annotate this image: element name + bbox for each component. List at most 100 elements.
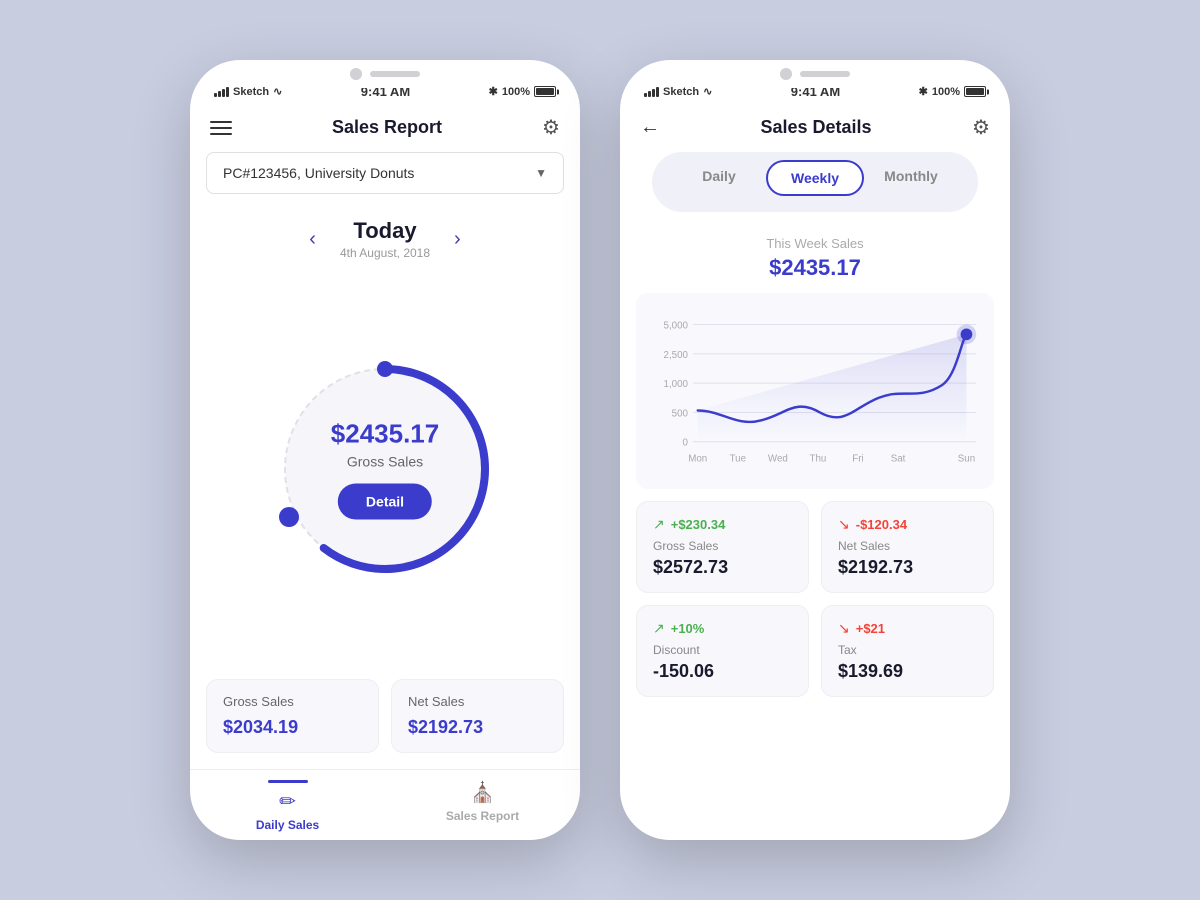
svg-text:5,000: 5,000 bbox=[664, 320, 689, 331]
location-dropdown[interactable]: PC#123456, University Donuts ▼ bbox=[206, 152, 564, 194]
detail-stat-net-header: ↘ -$120.34 bbox=[838, 516, 977, 533]
date-title: Today 4th August, 2018 bbox=[340, 218, 430, 260]
phones-container: Sketch ∿ 9:41 AM ✱ 100% Sales Report ⚙ bbox=[170, 40, 1030, 860]
wifi-icon-1: ∿ bbox=[273, 85, 282, 98]
stat-card-net: Net Sales $2192.73 bbox=[391, 679, 564, 753]
battery-icon-1 bbox=[534, 86, 556, 97]
tab-daily-sales[interactable]: ✏ Daily Sales bbox=[190, 780, 385, 832]
svg-text:Tue: Tue bbox=[730, 453, 746, 464]
dropdown-value: PC#123456, University Donuts bbox=[223, 165, 414, 181]
wifi-icon-2: ∿ bbox=[703, 85, 712, 98]
trend-value-net: -$120.34 bbox=[856, 517, 907, 532]
detail-stat-type-gross: Gross Sales bbox=[653, 539, 792, 553]
week-sales-label: This Week Sales bbox=[620, 236, 1010, 251]
hamburger-line-1 bbox=[210, 121, 232, 123]
detail-stats-grid: ↗ +$230.34 Gross Sales $2572.73 ↘ -$120.… bbox=[620, 489, 1010, 709]
status-right-1: ✱ 100% bbox=[489, 85, 556, 98]
battery-icon-2 bbox=[964, 86, 986, 97]
bluetooth-icon-2: ✱ bbox=[919, 85, 928, 98]
dropdown-arrow-icon: ▼ bbox=[535, 166, 547, 180]
battery-fill-1 bbox=[536, 88, 554, 95]
notch-speaker bbox=[370, 71, 420, 77]
tab-sales-report[interactable]: ⛪ Sales Report bbox=[385, 780, 580, 832]
date-nav: ‹ Today 4th August, 2018 › bbox=[190, 210, 580, 264]
status-left-1: Sketch ∿ bbox=[214, 85, 282, 98]
nav-bar-1: Sales Report ⚙ bbox=[190, 107, 580, 152]
detail-stat-tax: ↘ +$21 Tax $139.69 bbox=[821, 605, 994, 697]
svg-text:500: 500 bbox=[672, 408, 689, 419]
battery-fill-2 bbox=[966, 88, 984, 95]
svg-text:Mon: Mon bbox=[688, 453, 707, 464]
period-tabs-wrapper: Daily Weekly Monthly bbox=[620, 152, 1010, 220]
detail-button[interactable]: Detail bbox=[338, 483, 432, 519]
stat-card-gross: Gross Sales $2034.19 bbox=[206, 679, 379, 753]
nav-title-1: Sales Report bbox=[332, 117, 442, 138]
svg-text:Thu: Thu bbox=[810, 453, 827, 464]
back-button[interactable]: ← bbox=[640, 116, 660, 139]
circle-chart: $2435.17 Gross Sales Detail bbox=[265, 349, 505, 589]
detail-stat-tax-header: ↘ +$21 bbox=[838, 620, 977, 637]
hamburger-line-2 bbox=[210, 127, 232, 129]
svg-text:Sat: Sat bbox=[891, 453, 906, 464]
carrier-1: Sketch bbox=[233, 86, 269, 98]
stat-value-net: $2192.73 bbox=[408, 717, 547, 738]
trend-arrow-down-net: ↘ bbox=[838, 516, 850, 533]
bottom-tab-bar: ✏ Daily Sales ⛪ Sales Report bbox=[190, 769, 580, 840]
nav-title-2: Sales Details bbox=[760, 117, 871, 138]
trend-value-discount: +10% bbox=[671, 621, 705, 636]
arc-start-dot bbox=[377, 361, 393, 377]
chart-end-glow bbox=[957, 325, 977, 345]
battery-pct-2: 100% bbox=[932, 86, 960, 98]
battery-pct-1: 100% bbox=[502, 86, 530, 98]
tab-daily[interactable]: Daily bbox=[672, 160, 766, 196]
circle-label: Gross Sales bbox=[331, 453, 439, 469]
sales-report-icon: ⛪ bbox=[470, 780, 495, 805]
detail-stat-type-net: Net Sales bbox=[838, 539, 977, 553]
week-sales-value: $2435.17 bbox=[620, 255, 1010, 281]
next-date-button[interactable]: › bbox=[454, 228, 461, 251]
signal-icon-1 bbox=[214, 87, 229, 97]
detail-stat-gross: ↗ +$230.34 Gross Sales $2572.73 bbox=[636, 501, 809, 593]
status-left-2: Sketch ∿ bbox=[644, 85, 712, 98]
trend-value-tax: +$21 bbox=[856, 621, 885, 636]
circle-chart-container: $2435.17 Gross Sales Detail bbox=[190, 264, 580, 679]
trend-value-gross: +$230.34 bbox=[671, 517, 726, 532]
gear-icon-2[interactable]: ⚙ bbox=[972, 115, 990, 140]
detail-stat-type-tax: Tax bbox=[838, 643, 977, 657]
phone-1: Sketch ∿ 9:41 AM ✱ 100% Sales Report ⚙ bbox=[190, 60, 580, 840]
status-right-2: ✱ 100% bbox=[919, 85, 986, 98]
svg-text:2,500: 2,500 bbox=[664, 350, 689, 361]
svg-text:Wed: Wed bbox=[768, 453, 788, 464]
tab-monthly[interactable]: Monthly bbox=[864, 160, 958, 196]
detail-stat-value-discount: -150.06 bbox=[653, 661, 792, 682]
sales-report-label: Sales Report bbox=[446, 809, 519, 823]
detail-stat-value-gross: $2572.73 bbox=[653, 557, 792, 578]
trend-arrow-up-gross: ↗ bbox=[653, 516, 665, 533]
detail-stat-net: ↘ -$120.34 Net Sales $2192.73 bbox=[821, 501, 994, 593]
detail-stat-gross-header: ↗ +$230.34 bbox=[653, 516, 792, 533]
circle-center: $2435.17 Gross Sales Detail bbox=[331, 418, 439, 519]
phone-2-notch bbox=[740, 60, 890, 88]
signal-icon-2 bbox=[644, 87, 659, 97]
tab-active-indicator bbox=[268, 780, 308, 783]
detail-stat-type-discount: Discount bbox=[653, 643, 792, 657]
svg-text:0: 0 bbox=[683, 438, 689, 449]
detail-stat-value-tax: $139.69 bbox=[838, 661, 977, 682]
detail-stat-discount-header: ↗ +10% bbox=[653, 620, 792, 637]
svg-text:Fri: Fri bbox=[852, 453, 863, 464]
notch-camera-2 bbox=[780, 68, 792, 80]
prev-date-button[interactable]: ‹ bbox=[309, 228, 316, 251]
hamburger-icon[interactable] bbox=[210, 121, 232, 135]
carrier-2: Sketch bbox=[663, 86, 699, 98]
arc-end-dot bbox=[279, 507, 299, 527]
svg-text:Sun: Sun bbox=[958, 453, 975, 464]
gear-icon-1[interactable]: ⚙ bbox=[542, 115, 560, 140]
phone-1-notch bbox=[310, 60, 460, 88]
tab-weekly[interactable]: Weekly bbox=[766, 160, 864, 196]
bluetooth-icon-1: ✱ bbox=[489, 85, 498, 98]
stat-label-gross: Gross Sales bbox=[223, 694, 362, 709]
stat-label-net: Net Sales bbox=[408, 694, 547, 709]
hamburger-line-3 bbox=[210, 133, 232, 135]
period-tabs: Daily Weekly Monthly bbox=[652, 152, 978, 212]
date-main: Today bbox=[340, 218, 430, 244]
